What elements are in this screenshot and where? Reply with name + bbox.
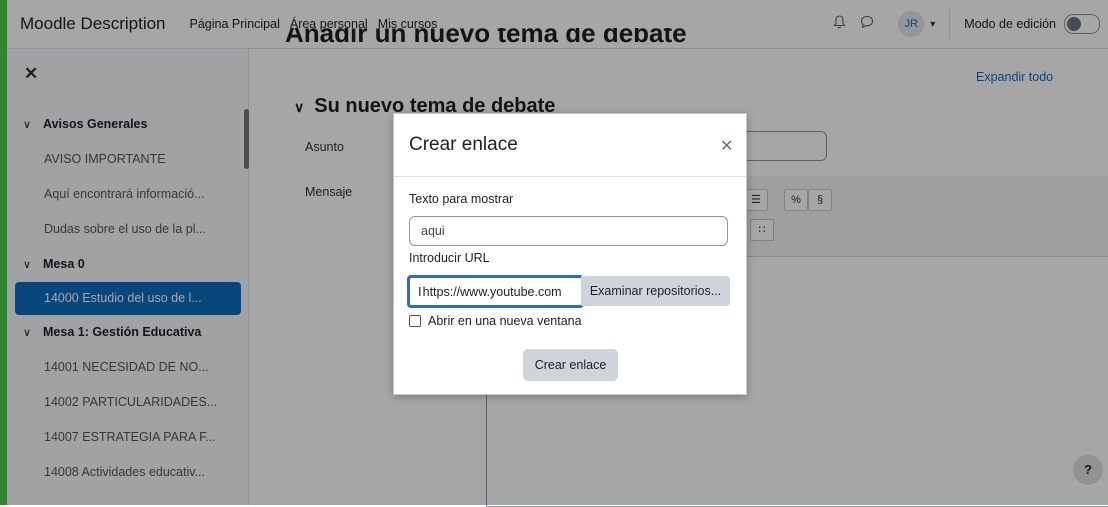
close-icon[interactable]: ✕ [720, 136, 733, 156]
text-cursor-icon: I [418, 284, 422, 299]
dialog-header: Crear enlace ✕ [394, 114, 746, 177]
create-link-button[interactable]: Crear enlace [523, 349, 618, 381]
url-input-group: Ihttps://www.youtube.com Examinar reposi… [407, 275, 733, 308]
url-value: https://www.youtube.com [422, 285, 562, 299]
url-input[interactable]: Ihttps://www.youtube.com [407, 275, 584, 308]
display-text-input[interactable]: aqui [409, 216, 728, 246]
url-label: Introducir URL [409, 251, 490, 265]
display-text-label: Texto para mostrar [409, 192, 514, 206]
new-window-checkbox[interactable] [409, 315, 421, 327]
dialog-title: Crear enlace [409, 134, 518, 155]
browse-repositories-button[interactable]: Examinar repositorios... [581, 276, 730, 306]
create-link-dialog: Crear enlace ✕ Texto para mostrar aqui I… [393, 113, 747, 395]
new-window-label: Abrir en una nueva ventana [428, 314, 582, 328]
new-window-option[interactable]: Abrir en una nueva ventana [409, 314, 582, 328]
